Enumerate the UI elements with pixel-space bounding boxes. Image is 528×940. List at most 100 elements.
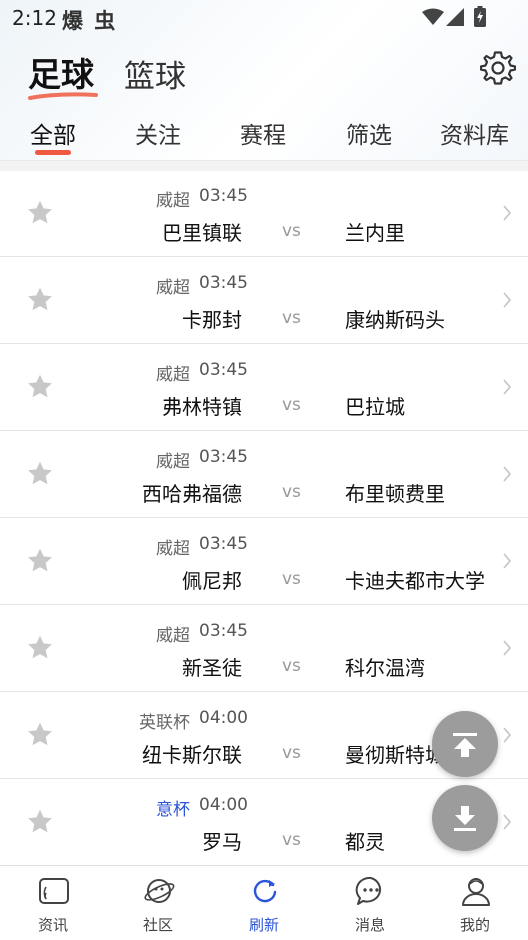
- chevron-right-icon: [503, 553, 512, 569]
- home-team: 西哈弗福德: [142, 482, 242, 506]
- profile-icon: [462, 878, 490, 906]
- vs-label: vs: [282, 482, 301, 502]
- nav-messages[interactable]: 消息: [320, 866, 420, 940]
- favorite-star-icon[interactable]: [26, 460, 54, 488]
- subtab-filter[interactable]: 筛选: [346, 116, 392, 150]
- nav-news[interactable]: 资讯: [3, 866, 103, 940]
- community-planet-icon: [144, 879, 175, 903]
- away-team: 康纳斯码头: [345, 308, 445, 332]
- favorite-star-icon[interactable]: [26, 547, 54, 575]
- settings-gear-icon[interactable]: [480, 50, 516, 86]
- nav-refresh[interactable]: 刷新: [214, 866, 314, 940]
- away-team: 曼彻斯特城: [345, 743, 445, 767]
- status-time: 2:12: [12, 6, 57, 30]
- home-team: 巴里镇联: [162, 221, 242, 245]
- scroll-to-top-button[interactable]: [432, 711, 498, 777]
- match-row[interactable]: 威超 03:45 佩尼邦 vs 卡迪夫都市大学: [0, 518, 528, 605]
- sub-tabs: 全部 关注 赛程 筛选 资料库: [0, 112, 528, 160]
- match-row[interactable]: 威超 03:45 卡那封 vs 康纳斯码头: [0, 257, 528, 344]
- chevron-right-icon: [503, 814, 512, 830]
- match-time: 04:00: [199, 708, 248, 728]
- match-row[interactable]: 威超 03:45 西哈弗福德 vs 布里顿费里: [0, 431, 528, 518]
- vs-label: vs: [282, 743, 301, 763]
- chevron-right-icon: [503, 466, 512, 482]
- league-name: 威超: [156, 626, 190, 646]
- away-team: 布里顿费里: [345, 482, 445, 506]
- vs-label: vs: [282, 830, 301, 850]
- subtab-database[interactable]: 资料库: [440, 116, 509, 150]
- chevron-right-icon: [503, 379, 512, 395]
- match-row[interactable]: 威超 03:45 弗林特镇 vs 巴拉城: [0, 344, 528, 431]
- match-time: 03:45: [199, 447, 248, 467]
- match-time: 03:45: [199, 186, 248, 206]
- league-name: 威超: [156, 278, 190, 298]
- signal-icon: [446, 8, 464, 26]
- home-team: 卡那封: [182, 308, 242, 332]
- message-icon: [355, 876, 382, 905]
- vs-label: vs: [282, 395, 301, 415]
- favorite-star-icon[interactable]: [26, 373, 54, 401]
- away-team: 科尔温湾: [345, 656, 425, 680]
- away-team: 巴拉城: [345, 395, 405, 419]
- away-team: 都灵: [345, 830, 385, 854]
- nav-refresh-label: 刷新: [248, 916, 279, 934]
- nav-community-label: 社区: [142, 916, 173, 934]
- wifi-icon: [422, 8, 444, 25]
- favorite-star-icon[interactable]: [26, 199, 54, 227]
- home-team: 罗马: [202, 830, 242, 854]
- nav-community[interactable]: 社区: [108, 866, 208, 940]
- bottom-navigation: 资讯 社区 刷新 消息 我的: [0, 865, 528, 940]
- league-name: 威超: [156, 539, 190, 559]
- chevron-right-icon: [503, 727, 512, 743]
- subtab-all[interactable]: 全部: [30, 116, 76, 150]
- favorite-star-icon[interactable]: [26, 286, 54, 314]
- tab-basketball-label: 篮球: [124, 59, 186, 95]
- match-row[interactable]: 威超 03:45 巴里镇联 vs 兰内里: [0, 170, 528, 257]
- match-time: 03:45: [199, 273, 248, 293]
- match-row[interactable]: 威超 03:45 新圣徒 vs 科尔温湾: [0, 605, 528, 692]
- favorite-star-icon[interactable]: [26, 721, 54, 749]
- scroll-to-bottom-button[interactable]: [432, 785, 498, 851]
- subtab-schedule[interactable]: 赛程: [240, 116, 286, 150]
- home-team: 弗林特镇: [162, 395, 242, 419]
- subtab-active-indicator: [35, 150, 71, 155]
- home-team: 新圣徒: [182, 656, 242, 680]
- chevron-right-icon: [503, 205, 512, 221]
- refresh-icon: [253, 879, 277, 903]
- status-app-name: 爆 虫: [62, 9, 118, 33]
- away-team: 卡迪夫都市大学: [345, 569, 485, 593]
- nav-messages-label: 消息: [354, 916, 385, 934]
- favorite-star-icon[interactable]: [26, 808, 54, 836]
- nav-news-label: 资讯: [37, 916, 68, 934]
- match-time: 04:00: [199, 795, 248, 815]
- tab-football[interactable]: 足球: [28, 48, 98, 100]
- league-name: 意杯: [156, 800, 190, 820]
- subtab-follow[interactable]: 关注: [135, 116, 181, 150]
- vs-label: vs: [282, 308, 301, 328]
- vs-label: vs: [282, 221, 301, 241]
- scroll-to-top-icon: [453, 733, 477, 757]
- nav-profile-label: 我的: [459, 916, 490, 934]
- league-name: 威超: [156, 452, 190, 472]
- vs-label: vs: [282, 569, 301, 589]
- status-bar: 2:12 爆 虫: [0, 0, 528, 36]
- match-time: 03:45: [199, 360, 248, 380]
- league-name: 威超: [156, 191, 190, 211]
- chevron-right-icon: [503, 640, 512, 656]
- home-team: 纽卡斯尔联: [142, 743, 242, 767]
- tab-football-label: 足球: [28, 55, 94, 94]
- news-icon: [39, 878, 69, 904]
- league-name: 威超: [156, 365, 190, 385]
- download-icon: [454, 806, 476, 831]
- header: 2:12 爆 虫 足球 篮球 全部 关注 赛程 筛选 资料库: [0, 0, 528, 160]
- chevron-right-icon: [503, 292, 512, 308]
- tab-basketball[interactable]: 篮球: [124, 51, 186, 96]
- favorite-star-icon[interactable]: [26, 634, 54, 662]
- match-time: 03:45: [199, 621, 248, 641]
- nav-profile[interactable]: 我的: [425, 866, 525, 940]
- away-team: 兰内里: [345, 221, 405, 245]
- league-name: 英联杯: [139, 713, 190, 733]
- home-team: 佩尼邦: [182, 569, 242, 593]
- match-time: 03:45: [199, 534, 248, 554]
- sport-tabs: 足球 篮球: [28, 48, 186, 100]
